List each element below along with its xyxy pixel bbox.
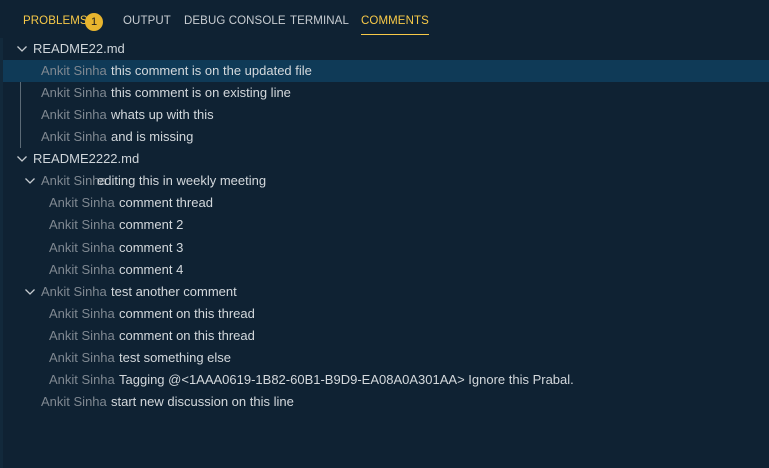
comment-text: and is missing [111, 129, 194, 144]
problems-count-badge: 1 [85, 13, 103, 31]
comment-text: whats up with this [111, 107, 214, 122]
comments-panel: PROBLEMS 1 OUTPUT DEBUG CONSOLE TERMINAL… [0, 0, 769, 468]
file-row-readme22[interactable]: README22.md [3, 38, 769, 60]
active-tab-underline [361, 34, 429, 35]
thread-author: Ankit Sinha [41, 284, 107, 299]
thread-row[interactable]: Ankit Sinha editing this in weekly meeti… [3, 170, 769, 192]
chevron-down-icon[interactable] [16, 43, 28, 55]
thread-text: start new discussion on this line [111, 394, 294, 409]
reply-text: Tagging @<1AAA0619-1B82-60B1-B9D9-EA08A0… [119, 372, 574, 387]
reply-author: Ankit Sinha [49, 217, 115, 232]
reply-text: comment 4 [119, 262, 184, 277]
comment-text: this comment is on existing line [111, 85, 291, 100]
reply-text: comment on this thread [119, 328, 255, 343]
thread-row[interactable]: Ankit Sinha start new discussion on this… [3, 391, 769, 413]
tab-problems-label: PROBLEMS [23, 15, 88, 27]
chevron-down-icon[interactable] [16, 153, 28, 165]
comment-author: Ankit Sinha [41, 85, 107, 100]
tab-debug-console[interactable]: DEBUG CONSOLE [184, 0, 286, 38]
thread-row[interactable]: Ankit Sinha test another comment [3, 281, 769, 303]
reply-row[interactable]: Ankit Sinha comment 2 [3, 214, 769, 236]
file-name: README22.md [33, 41, 125, 56]
reply-author: Ankit Sinha [49, 372, 115, 387]
comment-row[interactable]: Ankit Sinha and is missing [3, 126, 769, 148]
chevron-down-icon[interactable] [24, 286, 36, 298]
reply-text: test something else [119, 350, 232, 365]
comment-author: Ankit Sinha [41, 129, 107, 144]
thread-text: test another comment [111, 284, 237, 299]
reply-author: Ankit Sinha [49, 350, 115, 365]
reply-row[interactable]: Ankit Sinha comment 4 [3, 259, 769, 281]
thread-author: Ankit Sinha [41, 394, 107, 409]
reply-row[interactable]: Ankit Sinha comment 3 [3, 237, 769, 259]
file-row-readme2222[interactable]: README2222.md [3, 148, 769, 170]
reply-row[interactable]: Ankit Sinha comment on this thread [3, 325, 769, 347]
tab-problems[interactable]: PROBLEMS [23, 0, 88, 38]
tab-comments[interactable]: COMMENTS [361, 0, 429, 38]
chevron-down-icon[interactable] [24, 175, 36, 187]
reply-row[interactable]: Ankit Sinha test something else [3, 347, 769, 369]
panel-tab-bar: PROBLEMS 1 OUTPUT DEBUG CONSOLE TERMINAL… [0, 0, 769, 38]
comment-row[interactable]: Ankit Sinha this comment is on the updat… [3, 60, 769, 82]
tab-comments-label: COMMENTS [361, 15, 429, 27]
reply-row[interactable]: Ankit Sinha comment thread [3, 192, 769, 214]
file-name: README2222.md [33, 151, 140, 166]
reply-text: comment 2 [119, 217, 184, 232]
reply-row[interactable]: Ankit Sinha Tagging @<1AAA0619-1B82-60B1… [3, 369, 769, 391]
comment-row[interactable]: Ankit Sinha whats up with this [3, 104, 769, 126]
tab-debug-console-label: DEBUG CONSOLE [184, 15, 286, 27]
comment-row[interactable]: Ankit Sinha this comment is on existing … [3, 82, 769, 104]
tab-terminal-label: TERMINAL [290, 15, 349, 27]
comment-author: Ankit Sinha [41, 63, 107, 78]
tab-output-label: OUTPUT [123, 15, 171, 27]
reply-text: comment on this thread [119, 306, 255, 321]
reply-author: Ankit Sinha [49, 240, 115, 255]
tab-output[interactable]: OUTPUT [123, 0, 171, 38]
reply-text: comment 3 [119, 240, 184, 255]
reply-row[interactable]: Ankit Sinha comment on this thread [3, 303, 769, 325]
reply-author: Ankit Sinha [49, 195, 115, 210]
reply-author: Ankit Sinha [49, 306, 115, 321]
comment-text: this comment is on the updated file [111, 63, 312, 78]
reply-author: Ankit Sinha [49, 328, 115, 343]
thread-text: editing this in weekly meeting [97, 173, 267, 188]
comment-author: Ankit Sinha [41, 107, 107, 122]
reply-author: Ankit Sinha [49, 262, 115, 277]
tab-terminal[interactable]: TERMINAL [290, 0, 349, 38]
reply-text: comment thread [119, 195, 213, 210]
